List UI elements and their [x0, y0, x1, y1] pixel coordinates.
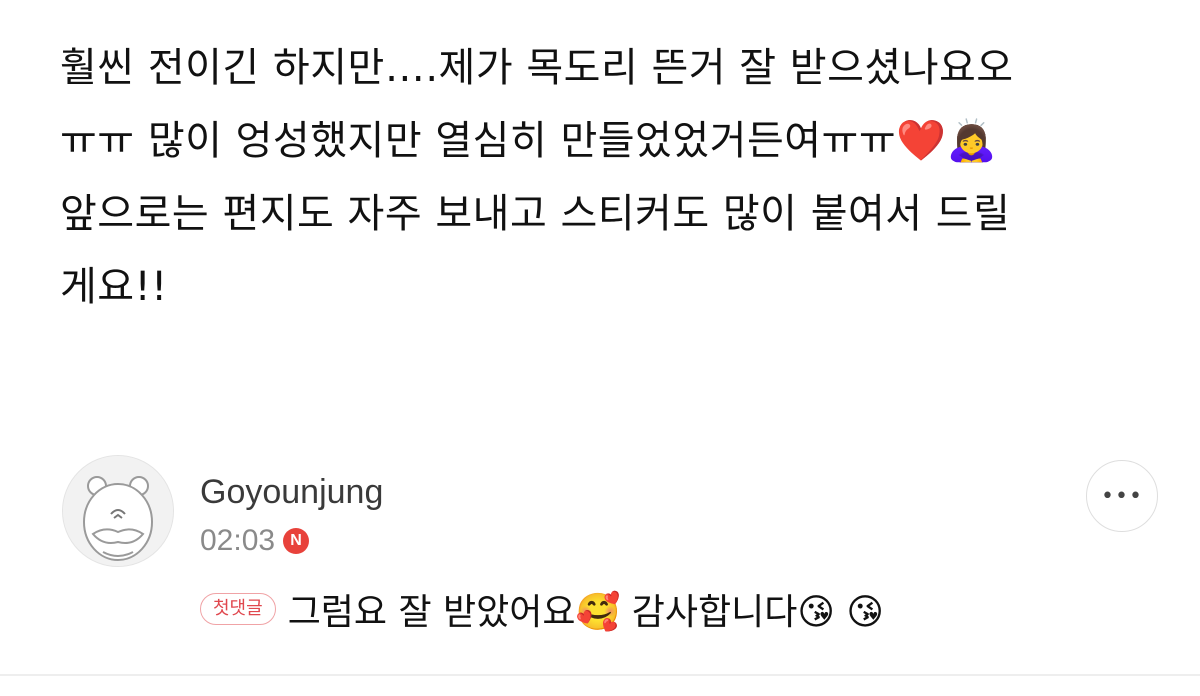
- post-line-3: 앞으로는 편지도 자주 보내고 스티커도 많이 붙여서 드릴: [60, 191, 1011, 237]
- comment-item: Goyounjung 02:03 N ••• 첫댓글 그럼요 잘 받았어요🥰 감…: [0, 455, 1200, 675]
- avatar[interactable]: [62, 455, 174, 567]
- post-line-4: 게요!!: [60, 264, 168, 310]
- post-content: 훨씬 전이긴 하지만….제가 목도리 뜬거 잘 받으셨나요오 ㅠㅠ 많이 엉성했…: [60, 32, 1160, 324]
- new-badge: N: [283, 528, 310, 554]
- heart-bow-emoji: ❤️🙇‍♀️: [896, 118, 997, 164]
- comment-body: 첫댓글 그럼요 잘 받았어요🥰 감사합니다😘 😘: [200, 583, 884, 635]
- more-options-button[interactable]: •••: [1086, 460, 1158, 532]
- divider: [0, 674, 1200, 676]
- comment-meta: 02:03 N: [200, 523, 310, 559]
- more-icon: •••: [1101, 483, 1143, 509]
- comment-author[interactable]: Goyounjung: [200, 473, 383, 512]
- post-line-1: 훨씬 전이긴 하지만….제가 목도리 뜬거 잘 받으셨나요오: [60, 45, 1014, 91]
- first-comment-badge: 첫댓글: [200, 593, 276, 625]
- hamster-avatar-icon: [63, 456, 173, 566]
- comment-text: 그럼요 잘 받았어요🥰 감사합니다😘 😘: [287, 592, 884, 633]
- post-line-2-text: ㅠㅠ 많이 엉성했지만 열심히 만들었었거든여ㅠㅠ: [60, 118, 897, 164]
- post-line-2: ㅠㅠ 많이 엉성했지만 열심히 만들었었거든여ㅠㅠ❤️🙇‍♀️: [60, 105, 1160, 178]
- comment-timestamp: 02:03: [200, 524, 276, 557]
